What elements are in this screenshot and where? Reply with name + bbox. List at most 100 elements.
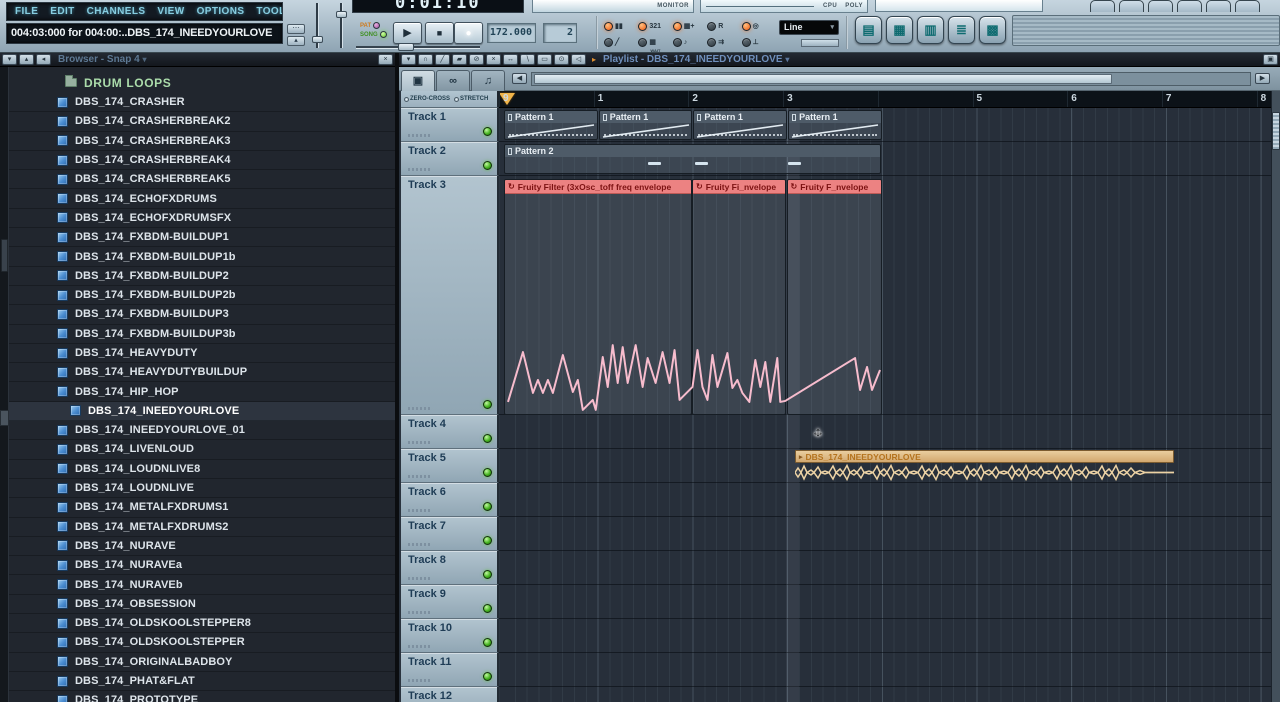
list-item[interactable]: DBS_174_HEAVYDUTY <box>9 344 395 364</box>
pattern-number-display[interactable]: 2 <box>543 23 577 43</box>
rec-option-toggle[interactable]: ╱ <box>604 37 638 47</box>
mute-tool-icon[interactable]: × <box>486 54 501 65</box>
list-item[interactable]: DBS_174_PHAT&FLAT <box>9 672 395 692</box>
playlist-grid[interactable]: Pattern 1 Pattern 1 Pattern 1 Pattern 1 … <box>499 108 1273 702</box>
record-button[interactable]: ● <box>454 22 483 44</box>
list-item[interactable]: DBS_174_METALFXDRUMS2 <box>9 518 395 537</box>
list-item[interactable]: DBS_174_CRASHERBREAK2 <box>9 112 395 132</box>
track-header[interactable]: Track 4 <box>401 415 499 449</box>
list-item[interactable]: DBS_174_LIVENLOUD <box>9 440 395 460</box>
rec-option-toggle[interactable]: ♪ <box>672 37 707 47</box>
list-item[interactable]: DBS_174_LOUDNLIVE8 <box>9 460 395 479</box>
track-enable-led[interactable] <box>483 468 492 477</box>
rec-option-toggle[interactable]: R <box>707 21 741 31</box>
track-enable-led[interactable] <box>483 536 492 545</box>
browser-left-scrollbar[interactable] <box>0 67 9 702</box>
list-item[interactable]: DBS_174_HIP_HOP <box>9 382 395 402</box>
chevron-down-icon[interactable]: ▾ <box>142 55 146 64</box>
list-item[interactable]: DBS_174_INEEDYOURLOVE <box>9 401 395 422</box>
track-enable-led[interactable] <box>483 400 492 409</box>
track-enable-led[interactable] <box>483 638 492 647</box>
window-switch-button[interactable]: ▤ <box>855 16 882 44</box>
hint-panel-up-button[interactable]: ▴ <box>287 36 305 46</box>
list-item[interactable]: DBS_174_FXBDM-BUILDUP3 <box>9 305 395 325</box>
track-enable-led[interactable] <box>483 570 492 579</box>
menu-item[interactable]: CHANNELS <box>87 6 146 17</box>
track-enable-led[interactable] <box>483 502 492 511</box>
track-header[interactable]: Track 9 <box>401 585 499 619</box>
window-switch-button[interactable]: ▥ <box>917 16 944 44</box>
track-header[interactable]: Track 5 <box>401 449 499 483</box>
menu-item[interactable]: FILE <box>15 6 38 17</box>
track-enable-led[interactable] <box>483 604 492 613</box>
track-header[interactable]: Track 3 <box>401 176 499 415</box>
slip-tool-icon[interactable]: ↔ <box>503 54 518 65</box>
list-item[interactable]: DBS_174_PROTOTYPE <box>9 691 395 702</box>
list-item[interactable]: DBS_174_HEAVYDUTYBUILDUP <box>9 363 395 383</box>
hint-panel-button[interactable]: ⋯ <box>287 24 305 34</box>
list-item[interactable]: DBS_174_NURAVEa <box>9 556 395 576</box>
list-item[interactable]: DBS_174_ORIGINALBADBOY <box>9 653 395 672</box>
zoom-tool-icon[interactable]: ⊙ <box>554 54 569 65</box>
scrollbar-marker[interactable] <box>0 410 9 426</box>
list-item[interactable]: DBS_174_OBSESSION <box>9 595 395 615</box>
list-item[interactable]: DBS_174_ECHOFXDRUMSFX <box>9 209 395 229</box>
list-item[interactable]: DBS_174_ECHOFXDRUMS <box>9 189 395 209</box>
scroll-left-icon[interactable]: ◀ <box>512 73 527 84</box>
loop-icon[interactable]: ∩ <box>418 54 433 65</box>
rec-mode-dropdown[interactable]: Line ▾ <box>779 20 839 35</box>
tab-audio[interactable]: ♫ <box>471 69 505 91</box>
pattern-clip[interactable]: Pattern 1 <box>693 110 788 140</box>
rec-option-toggle[interactable]: 321 <box>638 21 672 31</box>
restore-window-icon[interactable]: ▣ <box>1263 54 1278 65</box>
stretch-toggle[interactable]: STRETCH <box>454 96 488 102</box>
window-switch-button[interactable]: ▩ <box>979 16 1006 44</box>
rec-option-toggle[interactable]: ▮▮ <box>604 21 638 31</box>
track-header[interactable]: Track 2 <box>401 142 499 176</box>
list-item[interactable]: DBS_174_OLDSKOOLSTEPPER <box>9 633 395 653</box>
list-item[interactable]: DBS_174_METALFXDRUMS1 <box>9 498 395 518</box>
list-item[interactable]: DBS_174_OLDSKOOLSTEPPER8 <box>9 614 395 634</box>
track-enable-led[interactable] <box>483 434 492 443</box>
delete-tool-icon[interactable]: ⊘ <box>469 54 484 65</box>
chevron-up-icon[interactable]: ▴ <box>19 54 34 65</box>
track-enable-led[interactable] <box>483 127 492 136</box>
track-header[interactable]: Track 6 <box>401 483 499 517</box>
list-item[interactable]: DBS_174_CRASHERBREAK3 <box>9 132 395 151</box>
list-item[interactable]: DBS_174_NURAVE <box>9 537 395 557</box>
horizontal-scrollbar[interactable] <box>531 71 1251 86</box>
rec-option-toggle[interactable]: ▦ WAIT <box>638 37 672 53</box>
track-header[interactable]: Track 12 <box>401 687 499 702</box>
pattern-clip[interactable]: Pattern 1 <box>598 110 693 140</box>
menu-item[interactable]: EDIT <box>50 6 74 17</box>
chevron-down-icon[interactable]: ▾ <box>2 54 17 65</box>
track-enable-led[interactable] <box>483 161 492 170</box>
list-item[interactable]: DBS_174_LOUDNLIVE <box>9 479 395 499</box>
main-volume-slider[interactable] <box>312 3 323 48</box>
select-tool-icon[interactable]: ▭ <box>537 54 552 65</box>
automation-envelope-curve[interactable] <box>505 330 881 416</box>
audio-clip[interactable]: ▸ DBS_174_INEEDYOURLOVE <box>794 450 1175 486</box>
slider-thumb[interactable] <box>336 11 347 18</box>
timeline-ruler[interactable]: 12356789 <box>499 91 1273 108</box>
main-pitch-slider[interactable] <box>336 3 347 48</box>
back-icon[interactable]: ◂ <box>36 54 51 65</box>
pattern-clip[interactable]: Pattern 1 <box>504 110 598 140</box>
list-item[interactable]: DBS_174_CRASHER <box>9 93 395 113</box>
scrollbar-thumb[interactable] <box>1272 112 1280 150</box>
list-item[interactable]: DBS_174_FXBDM-BUILDUP2b <box>9 286 395 306</box>
slice-tool-icon[interactable]: ∖ <box>520 54 535 65</box>
tab-automation[interactable]: ∞ <box>436 69 470 91</box>
list-item[interactable]: DBS_174_CRASHERBREAK4 <box>9 151 395 171</box>
menu-item[interactable]: OPTIONS <box>197 6 245 17</box>
list-item[interactable]: DBS_174_INEEDYOURLOVE_01 <box>9 421 395 441</box>
chevron-down-icon[interactable]: ▾ <box>401 54 416 65</box>
pattern-clip[interactable]: Pattern 1 <box>788 110 882 140</box>
scroll-right-icon[interactable]: ▶ <box>1255 73 1270 84</box>
scrollbar-thumb[interactable] <box>534 73 1112 84</box>
tempo-display[interactable]: 172.000 <box>487 23 536 43</box>
pattern-clip[interactable]: Pattern 2 <box>504 144 881 174</box>
stop-button[interactable]: ■ <box>425 22 454 44</box>
playback-tool-icon[interactable]: ◁ <box>571 54 586 65</box>
slider-thumb[interactable] <box>312 36 323 43</box>
